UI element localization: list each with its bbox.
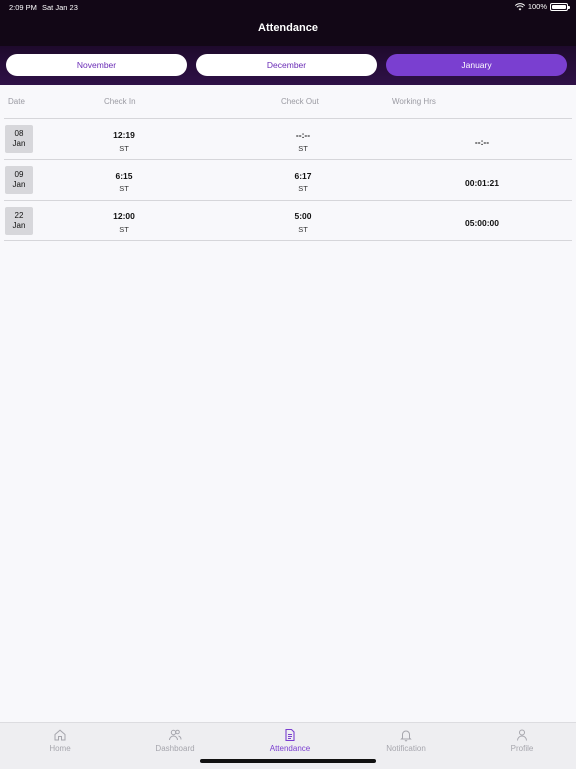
tab-label: Attendance — [269, 744, 311, 753]
table-row[interactable]: 08 Jan 12:19 ST --:-- ST --:-- — [0, 119, 576, 159]
column-header-date: Date — [8, 97, 25, 106]
tab-notification[interactable]: Notification — [366, 728, 446, 753]
home-indicator — [200, 759, 376, 763]
column-header-working-hrs: Working Hrs — [392, 97, 436, 106]
date-badge: 09 Jan — [5, 166, 33, 194]
month-selector: November December January — [0, 46, 576, 85]
check-out-time: 5:00 — [294, 211, 312, 221]
check-in-zone: ST — [119, 184, 129, 193]
check-in-time: 12:19 — [113, 130, 135, 140]
tab-label: Profile — [510, 744, 534, 753]
check-in-zone: ST — [119, 144, 129, 153]
date-month: Jan — [12, 221, 26, 230]
tab-home[interactable]: Home — [20, 728, 100, 753]
check-out-zone: ST — [298, 184, 308, 193]
date-day: 22 — [14, 211, 24, 220]
month-tab-november[interactable]: November — [6, 54, 187, 76]
users-icon — [169, 729, 182, 741]
date-month: Jan — [12, 180, 26, 189]
check-in-time: 12:00 — [113, 211, 135, 221]
date-day: 09 — [14, 170, 24, 179]
status-date: Sat Jan 23 — [42, 3, 78, 12]
document-icon — [285, 728, 295, 742]
month-tab-january[interactable]: January — [386, 54, 567, 76]
working-hours: --:-- — [474, 137, 490, 147]
column-header-check-out: Check Out — [281, 97, 319, 106]
divider — [4, 240, 572, 241]
battery-percent: 100% — [527, 2, 547, 11]
table-row[interactable]: 09 Jan 6:15 ST 6:17 ST 00:01:21 — [0, 160, 576, 200]
status-right: 100% — [514, 2, 570, 11]
month-tab-december[interactable]: December — [196, 54, 377, 76]
tab-dashboard[interactable]: Dashboard — [135, 728, 215, 753]
check-out-zone: ST — [298, 225, 308, 234]
bell-icon — [400, 730, 412, 742]
date-badge: 08 Jan — [5, 125, 33, 153]
tab-attendance[interactable]: Attendance — [250, 728, 330, 753]
date-day: 08 — [14, 129, 24, 138]
table-row[interactable]: 22 Jan 12:00 ST 5:00 ST 05:00:00 — [0, 201, 576, 241]
date-month: Jan — [12, 139, 26, 148]
user-icon — [517, 729, 527, 741]
app-header: 2:09 PM Sat Jan 23 100% Attendance — [0, 0, 576, 46]
status-bar: 2:09 PM Sat Jan 23 100% — [0, 0, 576, 14]
tab-profile[interactable]: Profile — [482, 728, 562, 753]
page-title: Attendance — [258, 22, 318, 34]
battery-icon — [550, 2, 570, 11]
working-hours: 00:01:21 — [464, 178, 500, 188]
tab-label: Home — [49, 744, 71, 753]
tab-label: Dashboard — [155, 744, 195, 753]
working-hours: 05:00:00 — [464, 218, 500, 228]
table-header: Date Check In Check Out Working Hrs — [0, 92, 576, 112]
check-in-zone: ST — [119, 225, 129, 234]
check-out-time: --:-- — [295, 130, 311, 140]
check-out-zone: ST — [298, 144, 308, 153]
check-out-time: 6:17 — [294, 171, 312, 181]
home-icon — [54, 729, 66, 741]
date-badge: 22 Jan — [5, 207, 33, 235]
column-header-check-in: Check In — [104, 97, 136, 106]
status-time: 2:09 PM — [9, 3, 37, 12]
wifi-icon — [514, 2, 525, 10]
tab-label: Notification — [386, 744, 426, 753]
check-in-time: 6:15 — [115, 171, 133, 181]
